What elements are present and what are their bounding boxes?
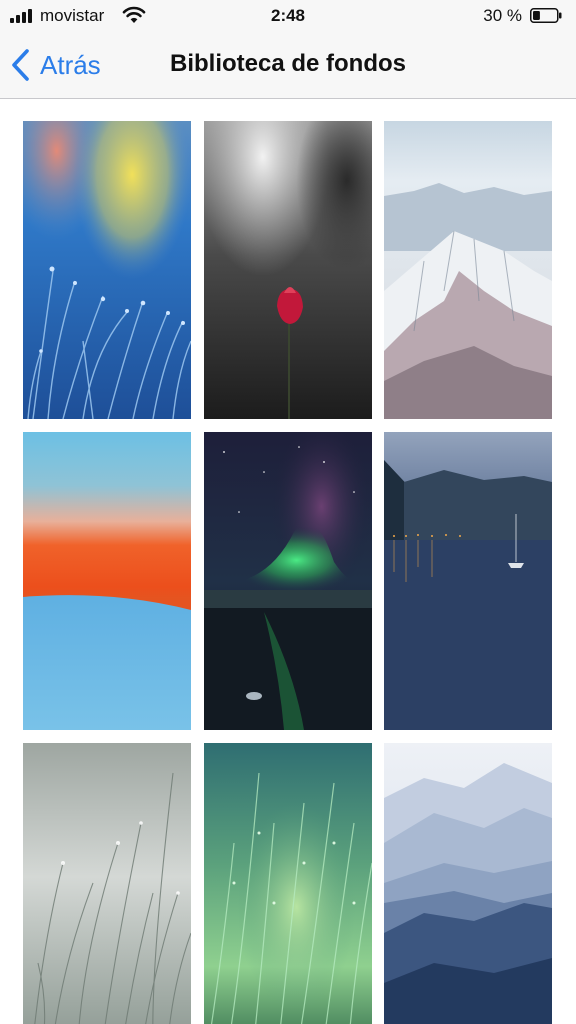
wallpaper-thumbnail-snowy-mountains[interactable] [384,121,552,419]
page-title: Biblioteca de fondos [169,50,406,77]
wallpaper-thumbnail-lake-boat[interactable] [384,432,552,730]
top-bar: movistar 2:48 30 % Atrás Biblioteca de f… [0,0,576,99]
navigation-bar: Atrás Biblioteca de fondos [0,32,576,98]
wallpaper-thumbnail-blue-mountains[interactable] [384,743,552,1024]
status-bar: movistar 2:48 30 % [0,0,576,32]
wallpaper-thumbnail-northern-lights[interactable] [204,432,372,730]
wallpaper-thumbnail-green-grass[interactable] [204,743,372,1024]
battery-percentage: 30 % [483,6,522,25]
wallpaper-thumbnail-orange-horizon[interactable] [23,432,191,730]
wallpaper-thumbnail-grey-grass[interactable] [23,743,191,1024]
wallpaper-thumbnail-red-tulip[interactable] [204,121,372,419]
screen: movistar 2:48 30 % Atrás Biblioteca de f… [0,0,576,1024]
wallpaper-thumbnail-blue-grass[interactable] [23,121,191,419]
battery-icon [530,8,562,23]
